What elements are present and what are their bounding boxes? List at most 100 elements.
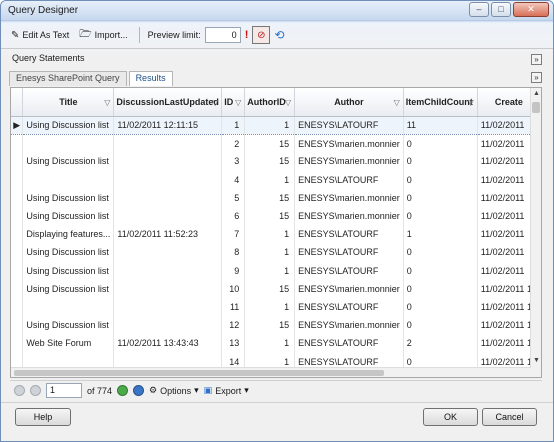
previous-page-icon[interactable] — [30, 385, 41, 396]
cell-title[interactable] — [22, 297, 115, 317]
row-indicator[interactable]: ▶ — [11, 115, 24, 135]
cell-author-id[interactable]: 1 — [244, 170, 296, 189]
table-row[interactable]: Using Discussion list 6 15 ENESYS\marien.mo… — [11, 206, 541, 226]
table-row[interactable]: Web Site Forum 11/02/2011 13:43:43 13 1 ENES… — [11, 334, 541, 353]
table-row[interactable]: ▶ Using Discussion list 11/02/2011 12:11:1… — [11, 115, 541, 135]
row-indicator[interactable] — [11, 243, 24, 262]
cell-author[interactable]: ENESYS\LATOURF — [294, 243, 404, 262]
cell-author-id[interactable]: 15 — [244, 316, 296, 335]
row-indicator[interactable] — [11, 152, 24, 171]
cell-title[interactable]: Using Discussion list — [22, 261, 115, 280]
cell-item-child-count[interactable]: 0 — [403, 297, 478, 317]
row-indicator[interactable] — [11, 316, 24, 335]
cell-title[interactable] — [22, 170, 115, 189]
close-button[interactable]: ✕ — [513, 2, 549, 17]
table-row[interactable]: Using Discussion list 8 1 ENESYS\LATOURF 0 11… — [11, 243, 541, 262]
ok-button[interactable]: OK — [423, 408, 478, 426]
table-row[interactable]: 11 1 ENESYS\LATOURF 0 11/02/2011 12 — [11, 297, 541, 317]
table-row[interactable]: Using Discussion list 3 15 ENESYS\marien.mo… — [11, 152, 541, 171]
cell-author[interactable]: ENESYS\marien.monnier — [294, 316, 404, 335]
tab-results[interactable]: Results — [128, 71, 173, 86]
cell-title[interactable]: Using Discussion list — [22, 243, 115, 262]
cell-title[interactable]: Using Discussion list — [22, 152, 115, 171]
scroll-thumb[interactable] — [532, 102, 540, 113]
cell-author-id[interactable]: 15 — [244, 152, 296, 171]
row-indicator[interactable] — [11, 261, 24, 280]
column-header-item-child-count[interactable]: ItemChildCount ▽ — [403, 88, 478, 117]
cell-author-id[interactable]: 15 — [244, 188, 296, 207]
cell-id[interactable]: 2 — [221, 134, 246, 153]
cell-title[interactable]: Displaying features... — [22, 225, 115, 244]
row-indicator[interactable] — [11, 134, 24, 153]
column-header-author[interactable]: Author ▽ — [294, 88, 404, 117]
cell-discussion-last-updated[interactable] — [113, 170, 223, 189]
cell-author[interactable]: ENESYS\marien.monnier — [294, 279, 404, 298]
column-header-discussion-last-updated[interactable]: DiscussionLastUpdated ▽ — [113, 88, 223, 117]
cell-id[interactable]: 11 — [221, 297, 246, 317]
refresh-icon[interactable]: ⟲ — [274, 28, 284, 42]
edit-as-text-button[interactable]: ✎ Edit As Text — [8, 26, 72, 44]
cell-author[interactable]: ENESYS\LATOURF — [294, 225, 404, 244]
cell-title[interactable]: Web Site Forum — [22, 334, 115, 353]
export-button[interactable]: ▣ Export ▾ — [204, 385, 249, 396]
last-page-icon[interactable] — [133, 385, 145, 396]
cell-id[interactable]: 6 — [221, 206, 246, 226]
cell-id[interactable]: 8 — [221, 243, 246, 262]
table-row[interactable]: Using Discussion list 9 1 ENESYS\LATOURF 0 11… — [11, 261, 541, 280]
row-indicator[interactable] — [11, 188, 24, 207]
cell-author[interactable]: ENESYS\LATOURF — [294, 297, 404, 317]
cell-item-child-count[interactable]: 0 — [403, 279, 478, 298]
cell-id[interactable]: 13 — [221, 334, 246, 353]
vertical-scrollbar[interactable]: ▲ ▼ — [530, 88, 541, 377]
cell-item-child-count[interactable]: 0 — [403, 316, 478, 335]
table-row[interactable]: 2 15 ENESYS\marien.monnier 0 11/02/2011 — [11, 134, 541, 153]
table-row[interactable]: Using Discussion list 12 15 ENESYS\marien.m… — [11, 316, 541, 335]
next-page-icon[interactable] — [117, 385, 129, 396]
cell-id[interactable]: 12 — [221, 316, 246, 335]
cell-discussion-last-updated[interactable]: 11/02/2011 11:52:23 — [113, 225, 223, 244]
cell-discussion-last-updated[interactable] — [113, 243, 223, 262]
cell-item-child-count[interactable]: 0 — [403, 170, 478, 189]
row-indicator[interactable] — [11, 297, 24, 317]
row-indicator[interactable] — [11, 206, 24, 226]
cell-discussion-last-updated[interactable] — [113, 279, 223, 298]
help-button[interactable]: Help — [15, 408, 71, 426]
cancel-button[interactable]: Cancel — [482, 408, 537, 426]
table-row[interactable]: Displaying features... 11/02/2011 11:52:2… — [11, 225, 541, 244]
cell-author-id[interactable]: 1 — [244, 115, 296, 135]
tab-sharepoint-query[interactable]: Enesys SharePoint Query — [9, 71, 127, 86]
maximize-button[interactable]: □ — [491, 2, 511, 17]
row-indicator[interactable] — [11, 334, 24, 353]
cell-author-id[interactable]: 1 — [244, 297, 296, 317]
cell-title[interactable]: Using Discussion list — [22, 316, 115, 335]
cell-author[interactable]: ENESYS\LATOURF — [294, 170, 404, 189]
cell-id[interactable]: 10 — [221, 279, 246, 298]
row-indicator[interactable] — [11, 279, 24, 298]
cell-author[interactable]: ENESYS\LATOURF — [294, 334, 404, 353]
cell-discussion-last-updated[interactable]: 11/02/2011 13:43:43 — [113, 334, 223, 353]
cell-title[interactable]: Using Discussion list — [22, 115, 115, 135]
cell-author[interactable]: ENESYS\marien.monnier — [294, 206, 404, 226]
cell-discussion-last-updated[interactable] — [113, 316, 223, 335]
column-header-title[interactable]: Title ▽ — [22, 88, 115, 117]
cell-author-id[interactable]: 15 — [244, 279, 296, 298]
cell-author-id[interactable]: 1 — [244, 261, 296, 280]
table-row[interactable]: Using Discussion list 5 15 ENESYS\marien.mo… — [11, 188, 541, 207]
filter-toggle-button[interactable]: ⊘ — [252, 26, 271, 44]
cell-discussion-last-updated[interactable] — [113, 206, 223, 226]
cell-id[interactable]: 4 — [221, 170, 246, 189]
cell-author-id[interactable]: 1 — [244, 225, 296, 244]
cell-item-child-count[interactable]: 0 — [403, 261, 478, 280]
cell-title[interactable]: Using Discussion list — [22, 188, 115, 207]
cell-author-id[interactable]: 1 — [244, 243, 296, 262]
cell-author[interactable]: ENESYS\marien.monnier — [294, 134, 404, 153]
cell-item-child-count[interactable]: 0 — [403, 243, 478, 262]
cell-discussion-last-updated[interactable] — [113, 188, 223, 207]
cell-item-child-count[interactable]: 1 — [403, 225, 478, 244]
row-indicator[interactable] — [11, 225, 24, 244]
cell-title[interactable]: Using Discussion list — [22, 206, 115, 226]
cell-author[interactable]: ENESYS\LATOURF — [294, 261, 404, 280]
page-number-input[interactable]: 1 — [46, 383, 82, 398]
cell-discussion-last-updated[interactable] — [113, 152, 223, 171]
horizontal-scroll-thumb[interactable] — [14, 370, 384, 376]
